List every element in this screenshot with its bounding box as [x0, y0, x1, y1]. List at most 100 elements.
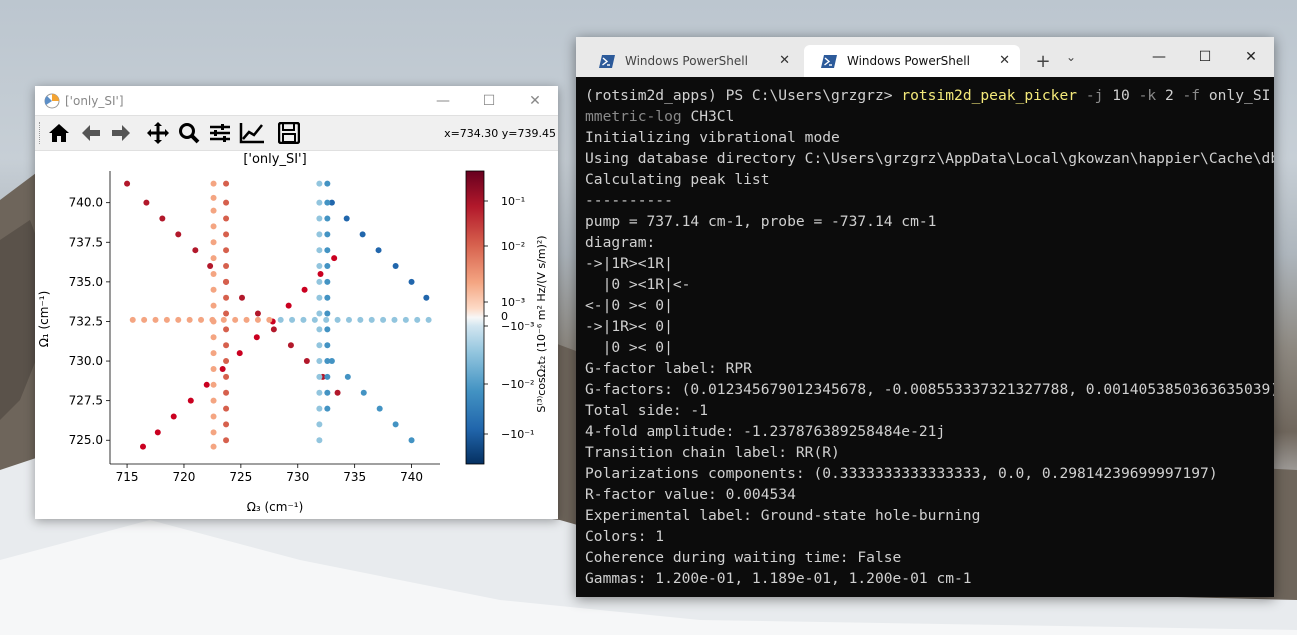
data-point: [316, 373, 323, 380]
data-point: [129, 316, 136, 323]
data-point: [253, 334, 260, 341]
close-tab-icon[interactable]: ✕: [999, 53, 1010, 68]
y-tick-label: 737.5: [69, 235, 103, 249]
tab-powershell-1[interactable]: Windows PowerShell ✕: [582, 45, 800, 77]
data-point: [210, 180, 217, 187]
colorbar-tick-label: −10⁻¹: [501, 428, 534, 441]
x-tick-label: 725: [229, 470, 252, 484]
data-point: [324, 294, 331, 301]
data-point: [425, 316, 432, 323]
powershell-icon: [599, 54, 615, 68]
command-flag: -f: [1173, 87, 1209, 104]
data-point: [223, 199, 230, 206]
data-point: [324, 199, 331, 206]
data-point: [192, 247, 199, 254]
data-point: [210, 194, 217, 201]
output-line: diagram:: [585, 234, 656, 251]
maximize-button[interactable]: ☐: [1182, 37, 1228, 77]
output-line: G-factors: (0.012345679012345678, -0.008…: [585, 381, 1274, 398]
data-point: [316, 405, 323, 412]
cursor-coordinates: x=734.30 y=739.45: [444, 127, 556, 140]
window-title: ['only_SI']: [65, 93, 124, 108]
back-arrow-icon[interactable]: [77, 120, 105, 146]
colorbar-tick-label: −10⁻³: [501, 320, 534, 333]
minimize-button[interactable]: —: [1136, 37, 1182, 77]
data-point: [223, 358, 230, 365]
data-point: [210, 350, 217, 357]
data-point: [207, 263, 214, 270]
save-icon[interactable]: [275, 120, 303, 146]
data-point: [316, 326, 323, 333]
output-line: Total side: -1: [585, 402, 709, 419]
data-point: [324, 180, 331, 187]
data-point: [359, 231, 366, 238]
data-point: [223, 373, 230, 380]
command-arg: CH3Cl: [681, 108, 735, 125]
data-point: [232, 316, 239, 323]
data-point: [324, 358, 331, 365]
output-line: Transition chain label: RR(R): [585, 444, 840, 461]
tab-label: Windows PowerShell: [625, 54, 748, 68]
data-point: [210, 397, 217, 404]
data-point: [210, 381, 217, 388]
minimize-button[interactable]: —: [420, 86, 466, 115]
matplotlib-window: ['only_SI'] — ☐ ✕ x=734.30 y=739.45 ['on…: [35, 86, 558, 519]
data-point: [254, 316, 261, 323]
home-icon[interactable]: [45, 120, 73, 146]
plot-title: ['only_SI']: [243, 152, 306, 167]
data-point: [140, 443, 146, 450]
y-tick-label: 727.5: [69, 394, 103, 408]
data-point: [316, 263, 323, 270]
command-flag: --sy: [1270, 87, 1274, 104]
maximize-button[interactable]: ☐: [466, 86, 512, 115]
output-line: |0 ><1R|<-: [585, 276, 691, 293]
data-point: [376, 405, 383, 412]
zoom-icon[interactable]: [175, 120, 203, 146]
data-point: [316, 199, 323, 206]
data-point: [223, 231, 230, 238]
data-point: [170, 413, 177, 420]
output-line: ->|1R>< 0|: [585, 318, 673, 335]
data-point: [223, 215, 230, 222]
scatter-plot[interactable]: ['only_SI'] 715 720 725 730 735 740 725.0 727.5…: [35, 149, 558, 519]
new-tab-plus-icon[interactable]: +: [1031, 51, 1055, 72]
terminal-output[interactable]: (rotsim2d_apps) PS C:\Users\grzgrz> rots…: [576, 77, 1274, 597]
data-point: [317, 270, 324, 277]
terminal-window: Windows PowerShell ✕ Windows PowerShell …: [576, 37, 1274, 597]
data-point: [254, 310, 261, 317]
data-point: [141, 316, 148, 323]
data-point: [324, 342, 331, 349]
close-button[interactable]: ✕: [512, 86, 558, 115]
tab-label: Windows PowerShell: [847, 54, 970, 68]
close-button[interactable]: ✕: [1228, 37, 1274, 77]
forward-arrow-icon[interactable]: [107, 120, 135, 146]
pan-icon[interactable]: [144, 120, 172, 146]
data-point: [223, 405, 230, 412]
data-point: [316, 342, 323, 349]
terminal-tabbar: Windows PowerShell ✕ Windows PowerShell …: [576, 37, 1274, 77]
output-line: Experimental label: Ground-state hole-bu…: [585, 507, 981, 524]
data-point: [223, 326, 230, 333]
matplotlib-app-icon: [44, 93, 60, 108]
data-point: [380, 316, 387, 323]
data-point: [210, 365, 217, 372]
colorbar-tick-label: 10⁻²: [501, 240, 525, 253]
data-point: [316, 389, 323, 396]
output-line: Polarizations components: (0.33333333333…: [585, 465, 1218, 482]
tab-powershell-2[interactable]: Windows PowerShell ✕: [804, 45, 1020, 77]
chevron-down-icon[interactable]: ⌄: [1063, 50, 1079, 64]
colorbar-tick-label: 10⁻¹: [501, 195, 525, 208]
data-point: [303, 358, 310, 365]
data-point: [198, 316, 205, 323]
data-point: [391, 316, 398, 323]
subplots-icon[interactable]: [206, 120, 234, 146]
data-point: [210, 270, 217, 277]
data-point: [345, 316, 352, 323]
close-tab-icon[interactable]: ✕: [779, 53, 790, 68]
x-tick-label: 715: [116, 470, 139, 484]
data-point: [368, 316, 375, 323]
edit-axes-icon[interactable]: [238, 120, 266, 146]
data-point: [408, 278, 415, 285]
data-point: [154, 429, 161, 436]
data-point: [266, 316, 273, 323]
